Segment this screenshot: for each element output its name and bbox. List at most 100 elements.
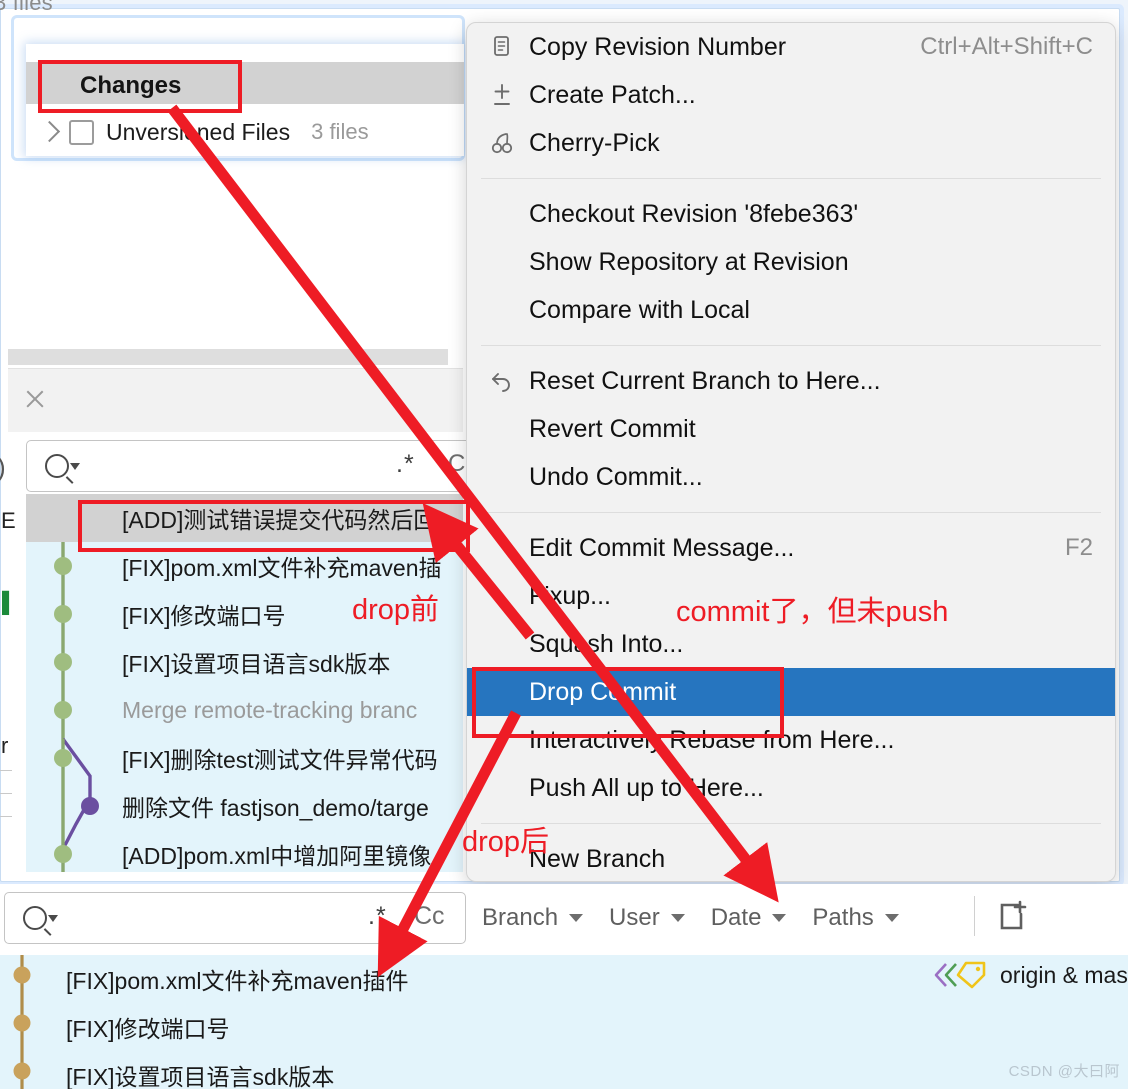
- commit-row[interactable]: [FIX]设置项目语言sdk版本: [26, 638, 463, 686]
- annotation-drop-after: drop后: [462, 826, 550, 858]
- watermark: CSDN @大曰阿: [1008, 1063, 1120, 1080]
- menu-item-reset-current-branch-to-here[interactable]: Reset Current Branch to Here...: [467, 357, 1115, 405]
- copy-icon: [489, 34, 515, 60]
- edge-fragment-green-marker: ▌: [2, 592, 17, 614]
- menu-item-create-patch[interactable]: Create Patch...: [467, 71, 1115, 119]
- menu-item-cherry-pick[interactable]: Cherry-Pick: [467, 119, 1115, 167]
- annotation-box-drop-commit: [472, 667, 784, 738]
- regex-toggle[interactable]: .*: [396, 450, 415, 479]
- menu-separator: [481, 823, 1101, 824]
- menu-separator: [481, 178, 1101, 179]
- unversioned-files-row[interactable]: Unversioned Files 3 files: [38, 118, 369, 146]
- unversioned-files-label: Unversioned Files: [106, 118, 291, 145]
- chevron-down-icon[interactable]: [884, 914, 899, 922]
- chevron-down-icon[interactable]: [569, 914, 584, 922]
- menu-item-new-branch[interactable]: New Branch: [467, 835, 1115, 881]
- menu-item-compare-with-local[interactable]: Compare with Local: [467, 286, 1115, 334]
- commit-message: [ADD]pom.xml中增加阿里镜像: [122, 843, 432, 869]
- close-icon[interactable]: [24, 388, 46, 410]
- branch-ref-tag[interactable]: origin & mas: [932, 960, 1128, 990]
- menu-item-shortcut: F2: [1064, 534, 1093, 561]
- menu-item-checkout-revision-8febe363[interactable]: Checkout Revision '8febe363': [467, 190, 1115, 238]
- create-patch-icon: [489, 82, 515, 108]
- commit-message: [FIX]pom.xml文件补充maven插: [122, 555, 442, 581]
- menu-item-label: Copy Revision Number: [529, 32, 787, 61]
- menu-item-label: New Branch: [529, 844, 666, 873]
- reset-icon: [489, 368, 515, 394]
- search-icon: [45, 454, 69, 478]
- unversioned-checkbox[interactable]: [69, 119, 94, 145]
- annotation-box-selected-commit: [78, 500, 470, 552]
- menu-item-label: Compare with Local: [529, 295, 750, 324]
- filter-label: Branch: [482, 904, 559, 931]
- commit-message: [FIX]设置项目语言sdk版本: [66, 1064, 335, 1089]
- commit-row[interactable]: 删除文件 fastjson_demo/targe: [26, 782, 463, 830]
- menu-separator: [481, 345, 1101, 346]
- commit-row[interactable]: [FIX]修改端口号: [0, 1003, 1128, 1051]
- menu-item-show-repository-at-revision[interactable]: Show Repository at Revision: [467, 238, 1115, 286]
- annotation-drop-before: drop前: [352, 594, 440, 626]
- edge-fragment-paren: ): [0, 452, 6, 483]
- filter-label: User: [609, 904, 660, 931]
- panel-toolbar: [8, 368, 463, 434]
- cherry-pick-icon: [489, 130, 515, 156]
- menu-item-push-all-up-to-here[interactable]: Push All up to Here...: [467, 764, 1115, 812]
- commit-message: [FIX]修改端口号: [66, 1016, 230, 1042]
- search-icon: [23, 906, 47, 930]
- commit-row[interactable]: [FIX]设置项目语言sdk版本: [0, 1051, 1128, 1089]
- menu-item-revert-commit[interactable]: Revert Commit: [467, 405, 1115, 453]
- commit-row[interactable]: [ADD]pom.xml中增加阿里镜像: [26, 830, 463, 872]
- log-filter-bar: Branch User Date Paths: [482, 900, 925, 936]
- edge-fragment-lines: [0, 770, 12, 839]
- menu-item-edit-commit-message[interactable]: Edit Commit Message... F2: [467, 524, 1115, 572]
- edge-fragment-r: r: [1, 733, 9, 758]
- horizontal-scrollbar[interactable]: [8, 349, 448, 365]
- commit-message: Merge remote-tracking branc: [122, 696, 418, 723]
- menu-item-label: Create Patch...: [529, 80, 696, 109]
- search-dropdown-caret-icon[interactable]: [48, 915, 58, 922]
- unversioned-files-count: 3 files: [311, 119, 369, 144]
- top-partial-files-text: 3 files: [0, 0, 53, 15]
- filter-user[interactable]: User: [609, 904, 685, 932]
- edge-fragment-e: E: [1, 508, 16, 533]
- menu-item-undo-commit[interactable]: Undo Commit...: [467, 453, 1115, 501]
- menu-item-label: Show Repository at Revision: [529, 247, 849, 276]
- menu-item-label: Undo Commit...: [529, 462, 703, 491]
- menu-item-label: Push All up to Here...: [529, 773, 764, 802]
- commit-message: 删除文件 fastjson_demo/targe: [122, 795, 429, 821]
- search-dropdown-caret-icon[interactable]: [70, 463, 80, 470]
- menu-item-copy-revision-number[interactable]: Copy Revision Number Ctrl+Alt+Shift+C: [467, 23, 1115, 71]
- filter-label: Paths: [812, 904, 874, 931]
- bottom-regex-toggle[interactable]: .*: [368, 902, 387, 931]
- filter-paths[interactable]: Paths: [812, 904, 899, 932]
- filter-date[interactable]: Date: [711, 904, 787, 932]
- menu-separator: [481, 512, 1101, 513]
- commit-context-menu[interactable]: Copy Revision Number Ctrl+Alt+Shift+C Crea…: [466, 22, 1116, 882]
- chevron-down-icon[interactable]: [772, 914, 787, 922]
- menu-item-label: Reset Current Branch to Here...: [529, 366, 881, 395]
- filter-branch[interactable]: Branch: [482, 904, 584, 932]
- chevron-right-icon[interactable]: [38, 120, 61, 142]
- commit-message: [FIX]设置项目语言sdk版本: [122, 651, 391, 677]
- menu-item-label: Fixup...: [529, 581, 611, 610]
- new-tab-icon[interactable]: [996, 898, 1030, 934]
- menu-item-label: Checkout Revision '8febe363': [529, 199, 859, 228]
- menu-item-shortcut: Ctrl+Alt+Shift+C: [920, 33, 1093, 60]
- commit-message: [FIX]删除test测试文件异常代码: [122, 747, 438, 773]
- chevron-down-icon[interactable]: [670, 914, 685, 922]
- annotation-commit-not-pushed: commit了，但未push: [676, 596, 949, 628]
- menu-item-label: Edit Commit Message...: [529, 533, 795, 562]
- filter-label: Date: [710, 904, 762, 931]
- bottom-search-field[interactable]: [4, 892, 466, 944]
- menu-item-label: Revert Commit: [529, 414, 696, 443]
- commit-row[interactable]: [FIX]删除test测试文件异常代码: [26, 734, 463, 782]
- commit-row[interactable]: Merge remote-tracking branc: [26, 686, 463, 734]
- bottom-case-toggle[interactable]: Cc: [414, 902, 445, 931]
- commit-message: [FIX]pom.xml文件补充maven插件: [66, 968, 409, 994]
- commit-message: [FIX]修改端口号: [122, 603, 286, 629]
- annotation-box-changes: [38, 60, 242, 113]
- branch-ref-label: origin & mas: [1000, 961, 1128, 988]
- toolbar-divider: [974, 896, 975, 936]
- menu-item-label: Squash Into...: [529, 629, 684, 658]
- tags-icon: [934, 961, 986, 989]
